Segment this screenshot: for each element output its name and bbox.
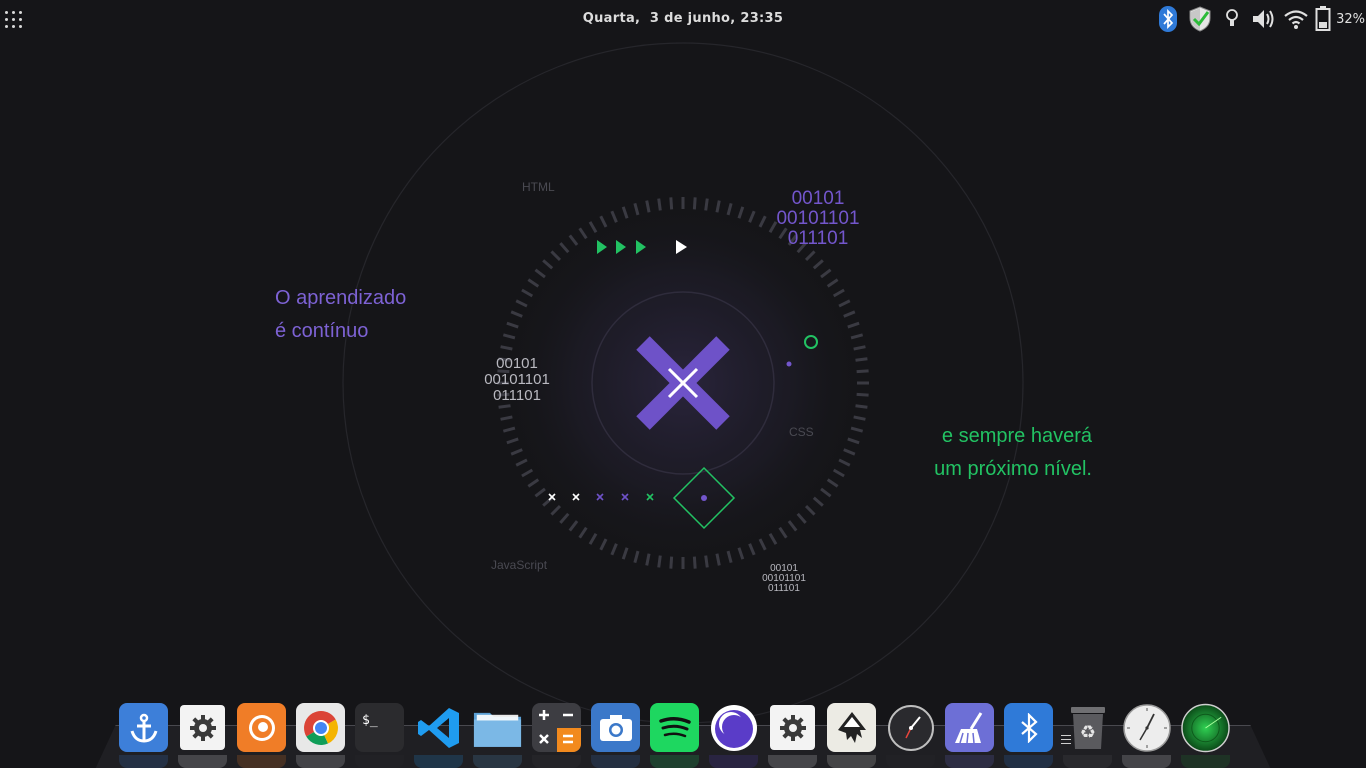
- binary-line: 011101: [787, 227, 849, 249]
- wallpaper: O aprendizado é contínuo e sempre haverá…: [0, 0, 1366, 768]
- tick-mark: [856, 369, 869, 374]
- message-left-line2: é contínuo: [275, 320, 369, 342]
- system-tray: 32%: [1152, 4, 1366, 34]
- folder-icon[interactable]: [473, 703, 522, 752]
- tag-css: CSS: [789, 425, 814, 439]
- binary-line: 00101101: [484, 370, 550, 388]
- system-settings-icon[interactable]: [770, 705, 815, 750]
- terminal-icon[interactable]: $_: [355, 703, 404, 752]
- vscode-icon[interactable]: [414, 703, 463, 752]
- binary-top: 00101 00101101 011101: [768, 189, 868, 249]
- clock-app-icon[interactable]: [886, 703, 935, 752]
- radar-icon[interactable]: [1181, 703, 1230, 752]
- cleaner-broom-icon[interactable]: [945, 703, 994, 752]
- tick-mark: [855, 357, 868, 362]
- tag-javascript: JavaScript: [491, 558, 548, 572]
- tick-mark: [855, 404, 868, 409]
- analog-clock-icon[interactable]: [1122, 703, 1171, 752]
- purple-dot-decor: [786, 361, 792, 367]
- volume-icon[interactable]: [1248, 4, 1280, 34]
- tick-mark: [669, 556, 674, 569]
- svg-text:♻: ♻: [1079, 722, 1095, 743]
- dock: $_ ♻: [0, 695, 1366, 768]
- binary-line: 011101: [768, 583, 800, 595]
- running-indicator: [1061, 735, 1071, 747]
- message-left: O aprendizado é contínuo: [275, 282, 406, 348]
- inkscape-icon[interactable]: [827, 703, 876, 752]
- screenshot-camera-icon[interactable]: [591, 703, 640, 752]
- eclipse-moon-icon[interactable]: [709, 703, 758, 752]
- binary-line: 00101: [791, 188, 845, 209]
- tick-mark: [692, 197, 697, 210]
- binary-line: 00101101: [776, 207, 860, 229]
- wifi-icon[interactable]: [1280, 4, 1312, 34]
- dock-items: $_ ♻: [119, 703, 1240, 752]
- tick-mark: [692, 556, 697, 569]
- tick-mark: [657, 555, 662, 568]
- wallpaper-graphic: [342, 42, 1024, 724]
- calculator-icon[interactable]: [532, 703, 581, 752]
- clock-datetime[interactable]: Quarta, 3 de junho, 23:35: [583, 11, 783, 26]
- message-right-line2: um próximo nível.: [934, 458, 1092, 480]
- chrome-icon[interactable]: [296, 703, 345, 752]
- spotify-icon[interactable]: [650, 703, 699, 752]
- tick-mark: [657, 198, 662, 211]
- binary-line: 00101: [496, 355, 538, 372]
- message-right-line1: e sempre haverá: [941, 425, 1092, 447]
- binary-bottom: 00101 00101101 011101: [754, 563, 814, 595]
- tick-mark: [498, 404, 511, 409]
- firefox-icon[interactable]: [237, 703, 286, 752]
- settings-gear-icon[interactable]: [180, 705, 225, 750]
- shield-check-icon[interactable]: [1184, 4, 1216, 34]
- tick-mark: [856, 392, 869, 397]
- top-panel: Quarta, 3 de junho, 23:35 32%: [0, 0, 1366, 38]
- battery-icon[interactable]: [1312, 4, 1334, 34]
- message-right: e sempre haverá um próximo nível.: [880, 420, 1092, 486]
- lightbulb-icon[interactable]: [1216, 4, 1248, 34]
- binary-left: 00101 00101101 011101: [475, 356, 559, 403]
- tick-mark: [704, 198, 709, 211]
- tick-mark: [704, 555, 709, 568]
- dock-reflection: [119, 755, 1240, 768]
- battery-percent: 32%: [1336, 11, 1365, 27]
- bluetooth-icon[interactable]: [1152, 4, 1184, 34]
- binary-line: 011101: [493, 386, 541, 404]
- bluetooth-app-icon[interactable]: [1004, 703, 1053, 752]
- tag-html: HTML: [522, 180, 555, 194]
- svg-text:$_: $_: [362, 713, 378, 728]
- desktop: O aprendizado é contínuo e sempre haverá…: [0, 0, 1366, 768]
- anchor-icon[interactable]: [119, 703, 168, 752]
- message-left-line1: O aprendizado: [275, 287, 407, 309]
- tick-mark: [669, 197, 674, 210]
